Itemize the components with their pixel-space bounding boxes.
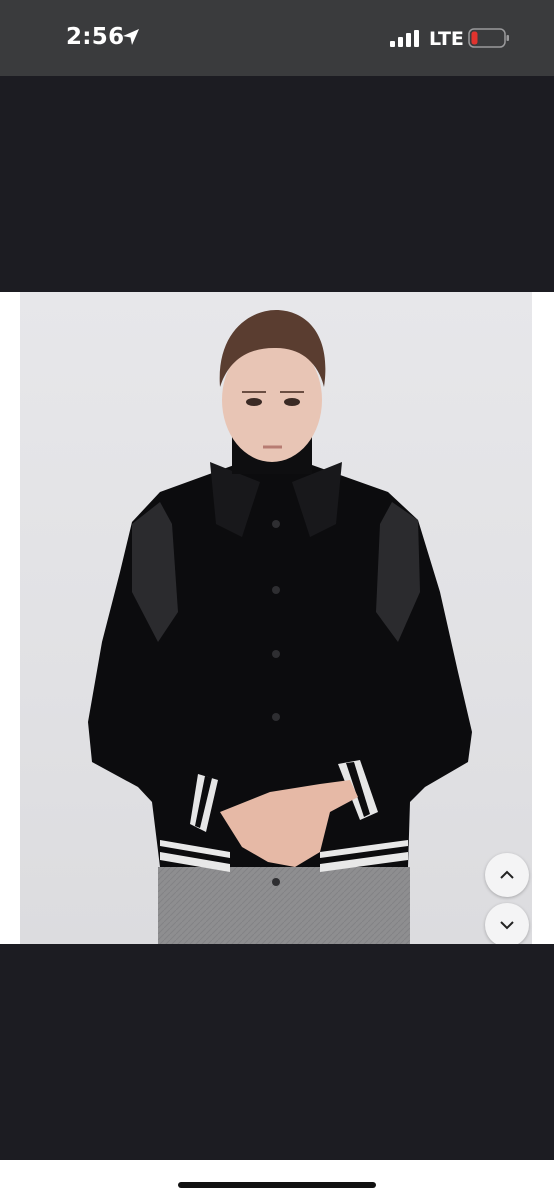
jacket-model-illustration xyxy=(88,310,472,944)
top-dark-area xyxy=(0,76,554,292)
scroll-up-button[interactable] xyxy=(485,853,529,897)
status-time: 2:56 xyxy=(66,24,125,50)
signal-icon xyxy=(390,30,419,47)
network-label: LTE xyxy=(429,28,464,50)
home-indicator[interactable] xyxy=(178,1182,376,1188)
bottom-dark-area xyxy=(0,944,554,1160)
chevron-up-icon xyxy=(500,870,514,879)
location-arrow-icon xyxy=(123,29,139,45)
bottom-bar xyxy=(0,1160,554,1200)
status-bar: 2:56 LTE xyxy=(0,0,554,76)
chevron-down-icon xyxy=(500,921,514,930)
battery-low-icon xyxy=(468,28,509,48)
scroll-down-button[interactable] xyxy=(485,903,529,947)
image-band xyxy=(0,292,554,944)
product-photo[interactable] xyxy=(20,292,532,944)
